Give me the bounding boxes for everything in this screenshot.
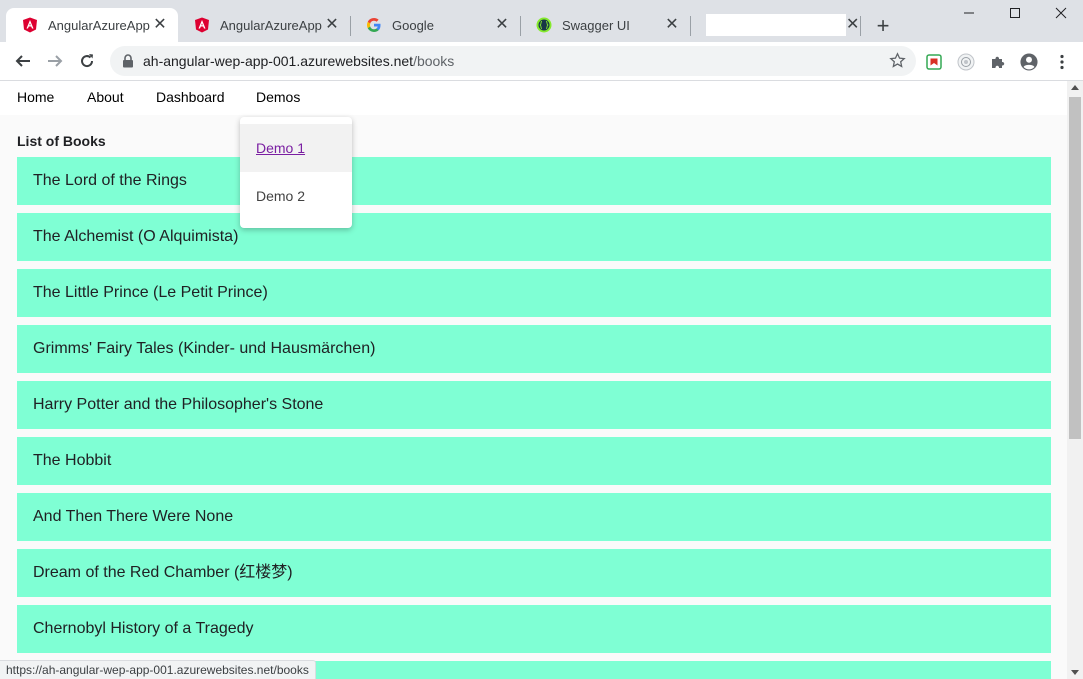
tab-title: AngularAzureApp bbox=[220, 17, 322, 33]
tab-title: Google bbox=[392, 17, 434, 33]
scroll-up-arrow-icon[interactable] bbox=[1071, 85, 1079, 90]
scrollbar-thumb[interactable] bbox=[1069, 97, 1081, 439]
puzzle-icon[interactable] bbox=[989, 53, 1007, 71]
angular-icon bbox=[23, 17, 37, 33]
close-icon[interactable]: ✕ bbox=[494, 17, 510, 33]
nav-demos[interactable]: Demos bbox=[256, 89, 300, 105]
google-icon bbox=[367, 18, 381, 32]
tab-google[interactable]: Google ✕ bbox=[350, 8, 520, 42]
book-item[interactable]: Grimms' Fairy Tales (Kinder- und Hausmär… bbox=[17, 325, 1051, 373]
tab-swagger-ui[interactable]: Swagger UI ✕ bbox=[520, 8, 690, 42]
close-icon[interactable]: ✕ bbox=[152, 17, 168, 33]
book-item[interactable]: The Hobbit bbox=[17, 437, 1051, 485]
address-bar[interactable]: ah-angular-wep-app-001.azurewebsites.net… bbox=[110, 46, 916, 76]
nav-home[interactable]: Home bbox=[17, 89, 54, 105]
list-title: List of Books bbox=[17, 133, 106, 149]
tab-angularazureapp-active[interactable]: AngularAzureApp ✕ bbox=[6, 8, 178, 42]
nav-dashboard[interactable]: Dashboard bbox=[156, 89, 225, 105]
reload-icon[interactable] bbox=[76, 50, 98, 72]
book-item[interactable]: The Little Prince (Le Petit Prince) bbox=[17, 269, 1051, 317]
extension-badge-icon[interactable] bbox=[925, 53, 943, 71]
close-icon[interactable]: ✕ bbox=[846, 17, 859, 33]
book-item[interactable]: Harry Potter and the Philosopher's Stone bbox=[17, 381, 1051, 429]
extension-circle-icon[interactable] bbox=[957, 53, 975, 71]
vertical-scrollbar[interactable] bbox=[1067, 81, 1083, 679]
nav-about[interactable]: About bbox=[87, 89, 124, 105]
close-window-icon[interactable] bbox=[1050, 6, 1072, 24]
book-item[interactable]: Dream of the Red Chamber (红楼梦) bbox=[17, 549, 1051, 597]
tab-angularazureapp[interactable]: AngularAzureApp ✕ bbox=[178, 8, 350, 42]
tab-blank[interactable]: ✕ bbox=[690, 8, 860, 42]
menu-kebab-icon[interactable] bbox=[1053, 53, 1071, 71]
menu-item-demo-2[interactable]: Demo 2 bbox=[240, 172, 352, 220]
tab-strip: AngularAzureApp ✕ AngularAzureApp ✕ Goog… bbox=[0, 0, 1083, 42]
new-tab-icon[interactable]: + bbox=[872, 15, 894, 37]
url-host: ah-angular-wep-app-001.azurewebsites.net bbox=[143, 53, 414, 69]
forward-arrow-icon[interactable] bbox=[44, 50, 66, 72]
menu-item-demo-1[interactable]: Demo 1 bbox=[240, 124, 352, 172]
profile-icon[interactable] bbox=[1020, 53, 1038, 71]
maximize-icon[interactable] bbox=[1004, 6, 1026, 24]
demos-dropdown-menu: Demo 1 Demo 2 bbox=[240, 117, 352, 228]
book-item[interactable]: The Lord of the Rings bbox=[17, 157, 1051, 205]
book-item[interactable]: The Alchemist (O Alquimista) bbox=[17, 213, 1051, 261]
scroll-down-arrow-icon[interactable] bbox=[1071, 670, 1079, 675]
blank-icon bbox=[706, 14, 846, 36]
bookmark-star-icon[interactable] bbox=[889, 52, 906, 69]
angular-icon bbox=[195, 17, 209, 33]
app-navbar: Home About Dashboard Demos bbox=[0, 81, 1067, 115]
tab-title: AngularAzureApp bbox=[48, 17, 150, 33]
lock-icon bbox=[123, 54, 133, 68]
status-url-preview: https://ah-angular-wep-app-001.azurewebs… bbox=[0, 660, 316, 679]
swagger-icon bbox=[536, 17, 552, 33]
book-item[interactable]: Chernobyl History of a Tragedy bbox=[17, 605, 1051, 653]
page-content: Home About Dashboard Demos List of Books… bbox=[0, 81, 1067, 679]
url-text: ah-angular-wep-app-001.azurewebsites.net… bbox=[143, 53, 454, 69]
minimize-icon[interactable] bbox=[958, 6, 980, 24]
url-path: /books bbox=[413, 53, 455, 69]
close-icon[interactable]: ✕ bbox=[324, 17, 340, 33]
tab-separator bbox=[860, 16, 861, 36]
back-arrow-icon[interactable] bbox=[12, 50, 34, 72]
close-icon[interactable]: ✕ bbox=[664, 17, 680, 33]
browser-toolbar: ah-angular-wep-app-001.azurewebsites.net… bbox=[0, 42, 1083, 81]
tab-title: Swagger UI bbox=[562, 17, 630, 33]
book-item[interactable]: And Then There Were None bbox=[17, 493, 1051, 541]
